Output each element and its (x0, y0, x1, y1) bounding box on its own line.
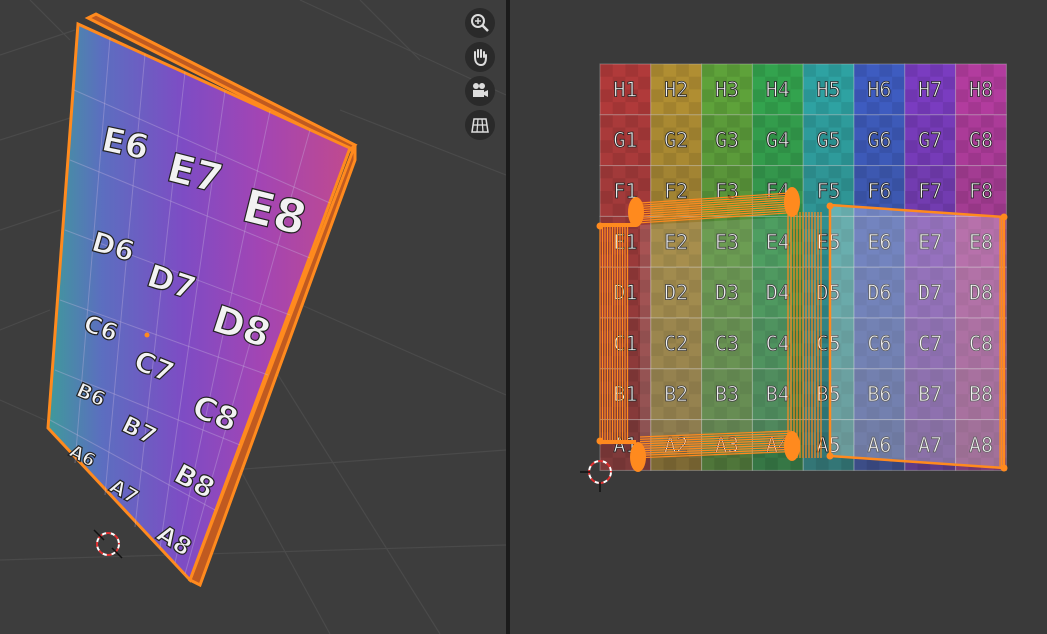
uv-cell-label: F7 (918, 179, 942, 203)
object-origin (144, 332, 150, 338)
uv-cell-label: H2 (664, 77, 688, 101)
zoom-icon[interactable] (465, 8, 495, 38)
uv-editor[interactable]: H1 H2 H3 H4 H5 H6 H7 H8 G1 G2 G3 G4 G5 G6 G7 G8 F1 F2 F3 F4… (510, 0, 1047, 634)
uv-cell-label: G8 (969, 128, 993, 152)
uv-canvas[interactable]: H1 H2 H3 H4 H5 H6 H7 H8G1 G2 G3 G4 G5 G6 G7 G8F1 F2 F3 F4… (510, 0, 1047, 634)
uv-vertex[interactable] (826, 452, 834, 460)
uv-vertex[interactable] (1000, 464, 1008, 472)
uv-cell-label: F8 (969, 179, 993, 203)
hand-icon[interactable] (465, 42, 495, 72)
uv-cell-label: G7 (918, 128, 942, 152)
uv-cell-label: H5 (817, 77, 841, 101)
uv-cell-label: H8 (969, 77, 993, 101)
viewport-canvas[interactable]: E6 E7 E8 D6 D7 D8 C6 C7 C8 B6 B7 B8 A6 A… (0, 0, 506, 634)
blender-window: E6 E7 E8 D6 D7 D8 C6 C7 C8 B6 B7 B8 A6 A… (0, 0, 1047, 634)
uv-cell-label: F5 (817, 179, 841, 203)
uv-cell-label: G3 (715, 128, 739, 152)
camera-icon[interactable] (465, 76, 495, 106)
uv-cell-label: F2 (664, 179, 688, 203)
uv-cell-label: H6 (867, 77, 891, 101)
uv-vertex[interactable] (826, 202, 834, 210)
uv-cell-label: G2 (664, 128, 688, 152)
uv-cell-label: H4 (766, 77, 790, 101)
3d-cursor-icon[interactable] (93, 529, 123, 559)
uv-cell-label: F6 (867, 179, 891, 203)
uv-cell-label: G4 (766, 128, 790, 152)
uv-cell-label: G6 (867, 128, 891, 152)
uv-vertex[interactable] (1000, 213, 1008, 221)
uv-cell-label: G1 (613, 128, 637, 152)
uv-vertex[interactable] (596, 437, 604, 445)
3d-viewport[interactable]: E6 E7 E8 D6 D7 D8 C6 C7 C8 B6 B7 B8 A6 A… (0, 0, 506, 634)
uv-cell-label: H7 (918, 77, 942, 101)
uv-cell-label: G5 (817, 128, 841, 152)
uv-cell-label: H1 (613, 77, 637, 101)
uv-vertex[interactable] (596, 222, 604, 230)
grid-icon[interactable] (465, 110, 495, 140)
uv-cell-label: H3 (715, 77, 739, 101)
